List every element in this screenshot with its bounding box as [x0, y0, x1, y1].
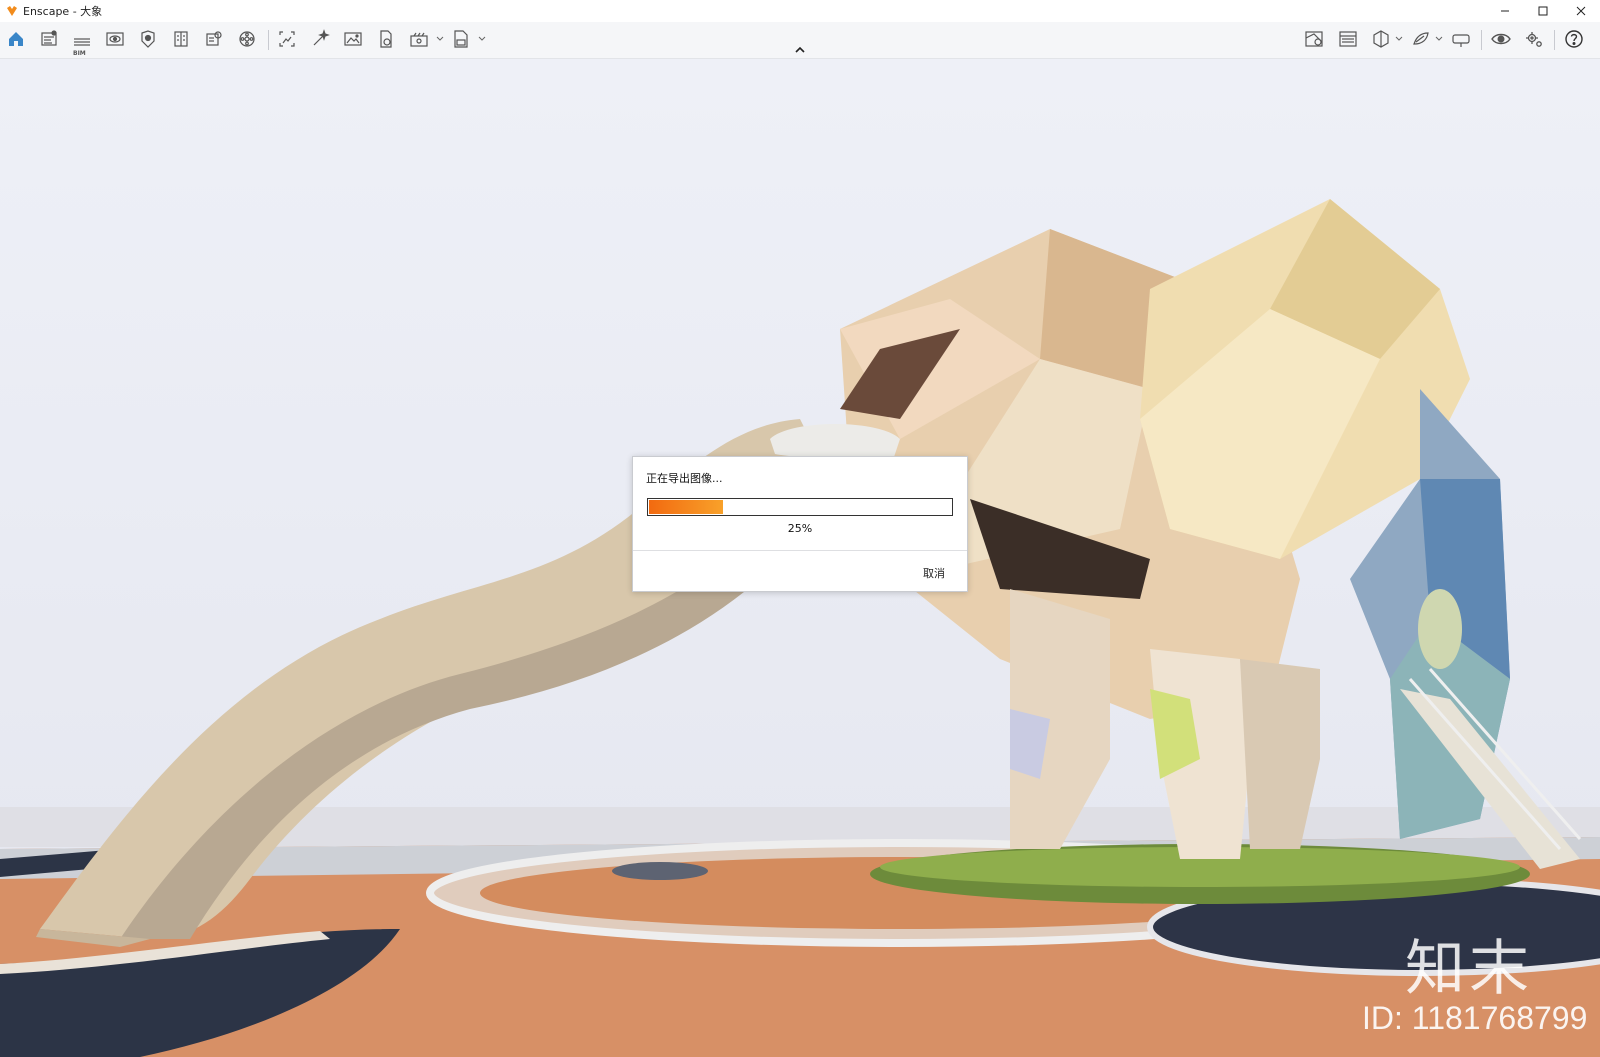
window-title: Enscape - 大象	[23, 5, 103, 18]
chevron-down-icon[interactable]	[478, 35, 486, 43]
chevron-down-icon[interactable]	[1395, 35, 1403, 43]
close-button[interactable]	[1562, 0, 1600, 22]
toolbar-separator	[268, 30, 269, 50]
progress-bar-fill	[649, 500, 723, 514]
video-editor-icon[interactable]	[375, 28, 397, 50]
title-bar: Enscape - 大象	[0, 0, 1600, 22]
vr-headset-icon[interactable]	[1450, 28, 1472, 50]
batch-render-icon[interactable]	[309, 28, 331, 50]
maximize-icon	[1538, 6, 1548, 16]
settings-icon[interactable]	[1523, 28, 1545, 50]
panorama-icon[interactable]	[342, 28, 364, 50]
enscape-logo-icon	[7, 6, 17, 16]
chevron-up-icon[interactable]	[792, 44, 808, 56]
dialog-title: 正在导出图像...	[646, 472, 723, 485]
export-icon[interactable]	[408, 28, 430, 50]
chevron-down-icon[interactable]	[436, 35, 444, 43]
export-progress-bar	[647, 498, 953, 516]
home-icon[interactable]	[5, 28, 27, 50]
window-controls	[1486, 0, 1600, 22]
site-context-icon[interactable]	[203, 28, 225, 50]
material-editor-icon[interactable]	[170, 28, 192, 50]
brand-watermark: 知末	[1405, 934, 1533, 1004]
help-icon[interactable]	[1563, 28, 1585, 50]
sketch-icon[interactable]	[1410, 28, 1432, 50]
minimize-icon	[1501, 10, 1509, 12]
progress-percent: 25%	[787, 522, 813, 535]
views-icon[interactable]	[38, 28, 60, 50]
eye-icon[interactable]	[1490, 28, 1512, 50]
dialog-separator	[633, 550, 967, 551]
atmosphere-icon[interactable]	[236, 28, 258, 50]
minimize-button[interactable]	[1486, 0, 1524, 22]
render-viewport[interactable]: 正在导出图像... 25% 取消	[0, 59, 1600, 1057]
maximize-button[interactable]	[1524, 0, 1562, 22]
bim-label: BIM	[73, 50, 86, 57]
split-view-icon[interactable]	[1370, 28, 1392, 50]
export-progress-dialog: 正在导出图像... 25% 取消	[632, 456, 968, 592]
asset-library-icon[interactable]	[137, 28, 159, 50]
upload-manager-icon[interactable]	[1303, 28, 1325, 50]
screenshot-icon[interactable]	[276, 28, 298, 50]
chevron-down-icon[interactable]	[1435, 35, 1443, 43]
toolbar-separator	[1554, 30, 1555, 50]
brand-id-watermark: ID: 1181768799	[1362, 1000, 1588, 1036]
close-icon	[1576, 6, 1586, 16]
toolbar-separator	[1481, 30, 1482, 50]
preview-icon[interactable]	[1337, 28, 1359, 50]
cancel-button[interactable]: 取消	[923, 565, 945, 581]
exe-export-icon[interactable]	[450, 28, 472, 50]
bim-icon[interactable]	[71, 28, 93, 50]
visual-settings-icon[interactable]	[104, 28, 126, 50]
